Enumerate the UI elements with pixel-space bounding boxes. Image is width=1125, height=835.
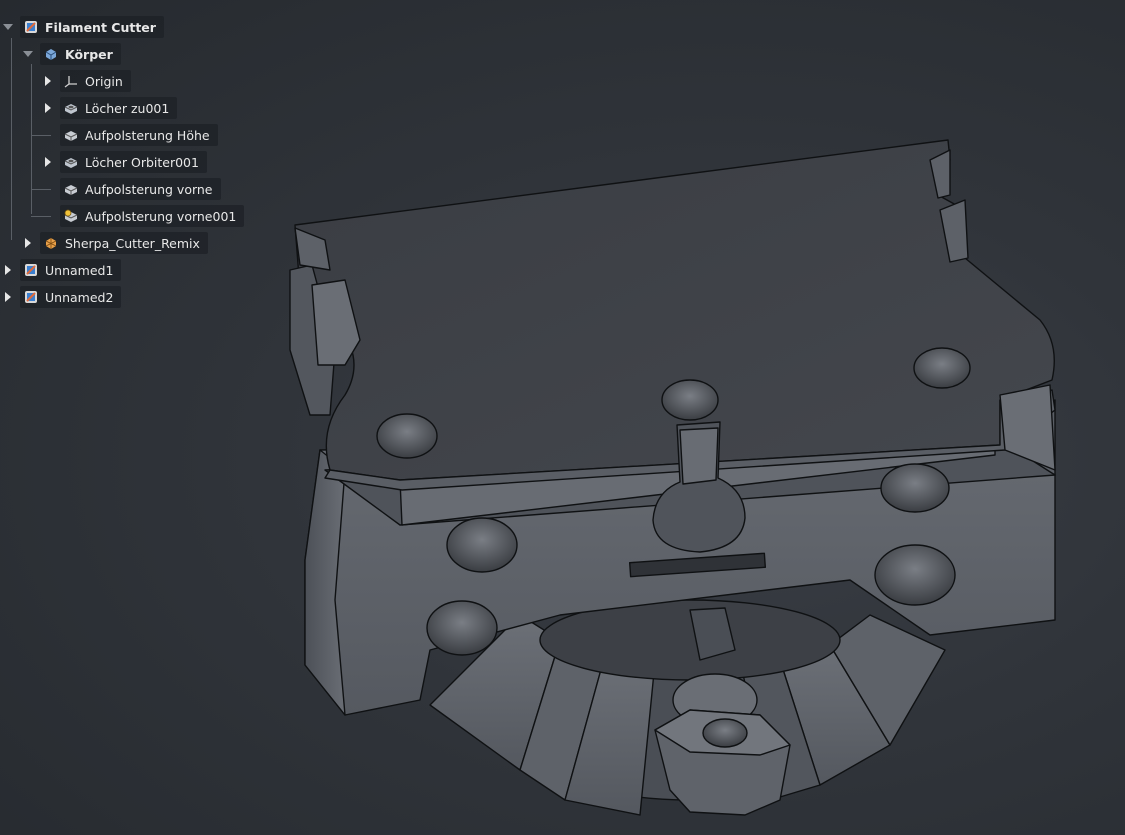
tree-item-locher-zu001[interactable]: Löcher zu001 [42,97,178,119]
document-icon [25,291,37,303]
expand-arrow-icon[interactable] [2,264,14,276]
tree-item-label: Körper [65,46,113,62]
pad-feature-tip-icon [64,209,78,222]
model-tree[interactable]: Filament Cutter Körper Origin Löcher zu0… [0,0,260,320]
body-icon [45,49,57,60]
tree-item-label: Sherpa_Cutter_Remix [65,235,200,251]
pocket-feature-icon [64,158,78,168]
document-icon [25,264,37,276]
tree-item-label: Unnamed2 [45,289,114,305]
tree-item-label: Aufpolsterung vorne001 [85,208,237,224]
tree-item-label: Origin [85,73,123,89]
tree-item-sherpa-cutter-remix[interactable]: Sherpa_Cutter_Remix [22,232,208,254]
tree-item-label: Aufpolsterung Höhe [85,127,210,143]
expand-arrow-icon[interactable] [42,156,54,168]
tree-item-aufpolsterung-hohe[interactable]: Aufpolsterung Höhe [42,124,218,146]
tree-connector [11,38,12,240]
expand-arrow-icon[interactable] [42,75,54,87]
tree-item-origin[interactable]: Origin [42,70,131,92]
expand-arrow-icon[interactable] [2,291,14,303]
expand-arrow-icon[interactable] [22,48,34,60]
tree-item-korper[interactable]: Körper [22,43,121,65]
expand-arrow-icon[interactable] [42,102,54,114]
tree-item-label: Löcher Orbiter001 [85,154,199,170]
tree-item-aufpolsterung-vorne[interactable]: Aufpolsterung vorne [42,178,221,200]
pocket-feature-icon [64,104,78,114]
3d-viewport[interactable]: Filament Cutter Körper Origin Löcher zu0… [0,0,1125,835]
tree-item-filament-cutter[interactable]: Filament Cutter [2,16,164,38]
tree-item-aufpolsterung-vorne001[interactable]: Aufpolsterung vorne001 [42,205,245,227]
pad-feature-icon [64,185,78,195]
tree-connector [31,64,32,214]
expand-arrow-icon[interactable] [2,21,14,33]
expand-arrow-icon[interactable] [22,237,34,249]
document-icon [25,21,37,33]
tree-item-label: Aufpolsterung vorne [85,181,213,197]
tree-item-label: Löcher zu001 [85,100,170,116]
origin-axes-icon [64,76,77,88]
pad-feature-icon [64,131,78,141]
mesh-icon [45,238,57,249]
tree-item-unnamed1[interactable]: Unnamed1 [2,259,122,281]
tree-item-unnamed2[interactable]: Unnamed2 [2,286,122,308]
tree-item-label: Unnamed1 [45,262,114,278]
tree-item-locher-orbiter001[interactable]: Löcher Orbiter001 [42,151,207,173]
tree-item-label: Filament Cutter [45,19,156,35]
